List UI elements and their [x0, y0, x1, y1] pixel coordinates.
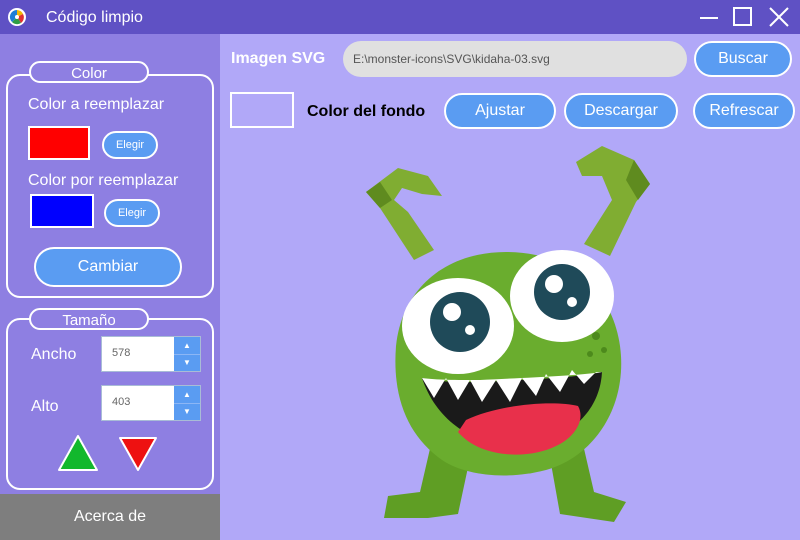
triangle-down-icon[interactable]	[118, 436, 158, 477]
app-logo-icon	[8, 8, 26, 26]
width-decrement-icon[interactable]: ▼	[174, 354, 200, 371]
width-increment-icon[interactable]: ▲	[174, 337, 200, 355]
background-color-swatch[interactable]	[230, 92, 294, 128]
height-decrement-icon[interactable]: ▼	[174, 403, 200, 420]
sidebar: Color Color a reemplazar Elegir Color po…	[0, 34, 220, 540]
target-color-label: Color por reemplazar	[28, 172, 179, 189]
size-group-title: Tamaño	[29, 308, 149, 330]
height-stepper[interactable]: 403 ▲ ▼	[101, 385, 201, 421]
replace-color-label: Color a reemplazar	[28, 96, 165, 113]
svg-path-field[interactable]: E:\monster-icons\SVG\kidaha-03.svg	[343, 41, 687, 77]
width-label: Ancho	[31, 346, 77, 363]
refresh-button[interactable]: Refrescar	[693, 93, 795, 129]
minimize-icon[interactable]	[696, 4, 722, 30]
height-increment-icon[interactable]: ▲	[174, 386, 200, 404]
change-color-button[interactable]: Cambiar	[34, 247, 182, 287]
width-stepper-buttons: ▲ ▼	[174, 337, 200, 371]
height-label: Alto	[31, 398, 59, 415]
color-group-title: Color	[29, 61, 149, 83]
background-color-label: Color del fondo	[307, 103, 426, 120]
title-bar: Código limpio	[0, 0, 800, 34]
target-color-swatch	[30, 194, 94, 228]
close-icon[interactable]	[766, 4, 792, 30]
height-stepper-buttons: ▲ ▼	[174, 386, 200, 420]
fit-button[interactable]: Ajustar	[444, 93, 556, 129]
height-value[interactable]: 403	[112, 396, 130, 408]
search-button[interactable]: Buscar	[694, 41, 792, 77]
maximize-icon[interactable]	[730, 4, 756, 30]
svg-image-label: Imagen SVG	[231, 50, 326, 67]
width-stepper[interactable]: 578 ▲ ▼	[101, 336, 201, 372]
width-value[interactable]: 578	[112, 347, 130, 359]
replace-color-swatch	[28, 126, 90, 160]
triangle-up-icon[interactable]	[57, 434, 99, 477]
window-title: Código limpio	[46, 9, 143, 26]
download-button[interactable]: Descargar	[564, 93, 678, 129]
about-button[interactable]: Acerca de	[0, 494, 220, 540]
pick-replace-color-button[interactable]: Elegir	[102, 131, 158, 159]
monster-illustration	[350, 140, 670, 540]
pick-target-color-button[interactable]: Elegir	[104, 199, 160, 227]
